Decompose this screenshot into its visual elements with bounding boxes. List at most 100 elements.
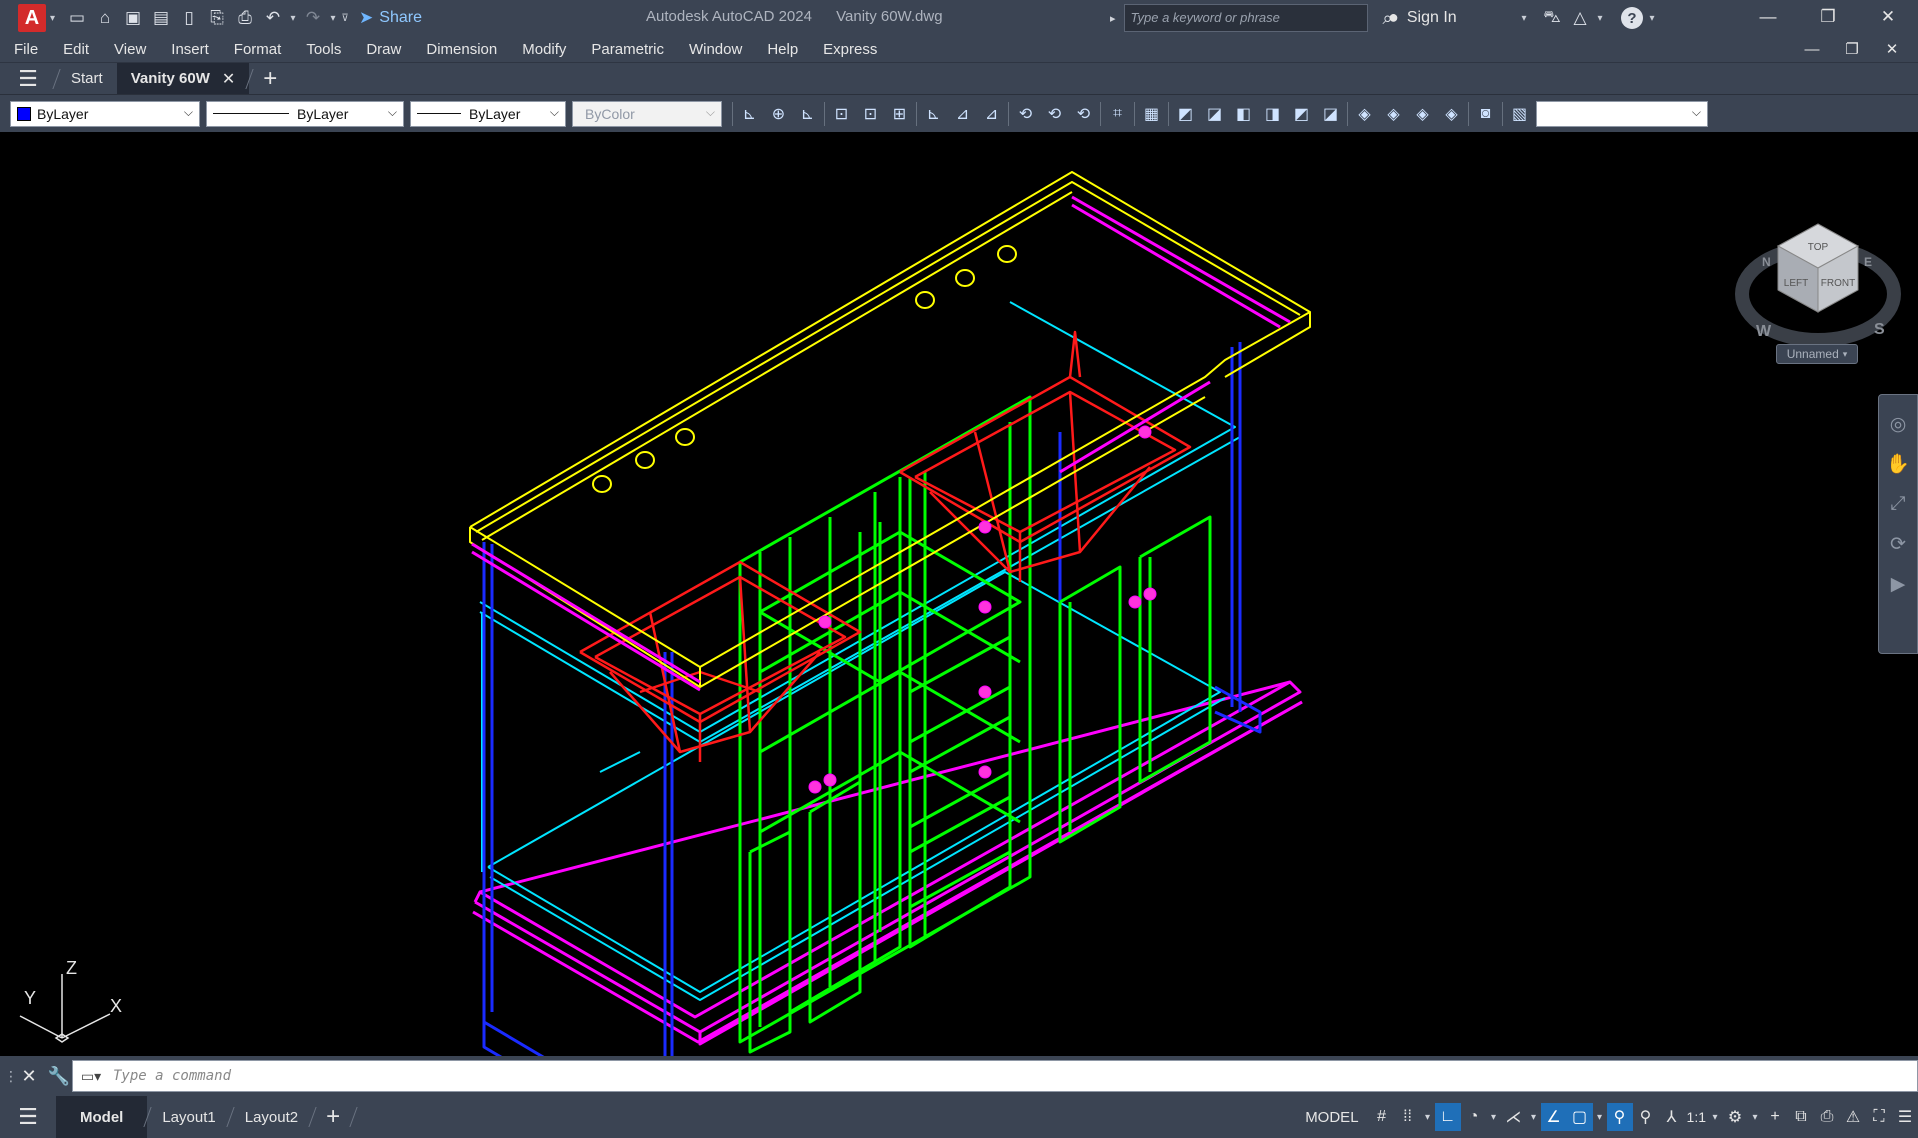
osnap-caret-icon[interactable]: ▾ (1593, 1112, 1607, 1123)
named-views-icon[interactable]: ▦ (1137, 100, 1166, 128)
share-button[interactable]: ➤ Share (359, 8, 422, 28)
open-folder-icon[interactable]: ⌂ (91, 4, 119, 32)
linetype-control-dropdown[interactable]: ByLayer ⌵ (206, 100, 404, 127)
save-as-icon[interactable]: ▤ (147, 4, 175, 32)
view-top-icon[interactable]: ◩ (1171, 100, 1200, 128)
ortho-mode-icon[interactable]: ∟ (1434, 1103, 1461, 1131)
undo-icon[interactable]: ↶ (259, 4, 287, 32)
menu-modify[interactable]: Modify (522, 41, 566, 58)
view-left-icon[interactable]: ◧ (1229, 100, 1258, 128)
view-right-icon[interactable]: ◨ (1258, 100, 1287, 128)
menu-parametric[interactable]: Parametric (591, 41, 664, 58)
lineweight-control-dropdown[interactable]: ByLayer ⌵ (410, 100, 566, 127)
tab-model[interactable]: Model (56, 1096, 148, 1138)
viewport-config-icon[interactable]: ▧ (1505, 100, 1534, 128)
annotation-scale-icon[interactable]: ⅄ (1659, 1103, 1685, 1131)
camera-icon[interactable]: ◙ (1471, 100, 1500, 128)
close-icon[interactable]: ✕ (1858, 0, 1918, 34)
view-back-icon[interactable]: ◪ (1316, 100, 1345, 128)
compass-s-label[interactable]: S (1874, 321, 1885, 338)
ucs-icon[interactable]: ⊾ (735, 100, 764, 128)
restore-icon[interactable]: ❐ (1798, 0, 1858, 34)
view-nw-iso-icon[interactable]: ◈ (1437, 100, 1466, 128)
autodesk-a360-icon[interactable]: △ (1566, 4, 1594, 32)
object-snap-icon[interactable]: ▢ (1566, 1103, 1593, 1131)
command-line-close-icon[interactable]: ✕ (14, 1066, 44, 1087)
ucs-world-icon[interactable]: ⊕ (764, 100, 793, 128)
tab-layout1[interactable]: Layout1 (148, 1096, 229, 1138)
ucs-origin-icon[interactable]: ⊾ (919, 100, 948, 128)
view-se-iso-icon[interactable]: ◈ (1379, 100, 1408, 128)
snap-mode-icon[interactable]: ⁞⁞ (1395, 1103, 1421, 1131)
customization-menu-icon[interactable]: ☰ (1892, 1103, 1918, 1131)
redo-icon[interactable]: ↷ (299, 4, 327, 32)
annotation-visibility-icon[interactable]: ⚲ (1606, 1103, 1633, 1131)
workspace-gear-icon[interactable]: ⚙ (1722, 1103, 1748, 1131)
command-input[interactable]: ▭▾ Type a command (72, 1060, 1918, 1092)
tab-start[interactable]: Start (57, 63, 117, 95)
menu-edit[interactable]: Edit (63, 41, 89, 58)
save-to-web-icon[interactable]: ⎘ (203, 4, 231, 32)
menu-dimension[interactable]: Dimension (426, 41, 497, 58)
sign-in-button[interactable]: ● Sign In (1388, 7, 1457, 28)
ucs-face-icon[interactable]: ⊡ (827, 100, 856, 128)
new-layout-plus-icon[interactable]: + (313, 1103, 353, 1131)
named-view-menu[interactable]: Unnamed ▾ (1776, 344, 1858, 364)
minimize-icon[interactable]: — (1738, 0, 1798, 34)
compass-e-label[interactable]: E (1864, 255, 1872, 269)
viewcube-top-label[interactable]: TOP (1808, 242, 1829, 253)
annotation-scale-value[interactable]: 1:1 (1687, 1109, 1706, 1125)
zoom-extents-icon[interactable]: ⤢ (1883, 487, 1913, 521)
view-sw-iso-icon[interactable]: ◈ (1350, 100, 1379, 128)
view-ne-iso-icon[interactable]: ◈ (1408, 100, 1437, 128)
pan-icon[interactable]: ✋ (1883, 447, 1913, 481)
ucs-z-icon[interactable]: ⟲ (1069, 100, 1098, 128)
sign-in-caret-icon[interactable]: ▾ (1518, 13, 1530, 24)
command-history-icon[interactable]: ▭▾ (73, 1068, 109, 1085)
scale-caret-icon[interactable]: ▾ (1708, 1112, 1722, 1123)
menu-draw[interactable]: Draw (366, 41, 401, 58)
isodraft-caret-icon[interactable]: ▾ (1527, 1112, 1541, 1123)
ucs-x-icon[interactable]: ⟲ (1011, 100, 1040, 128)
isodraft-icon[interactable]: ⋌ (1501, 1103, 1527, 1131)
compass-w-label[interactable]: W (1756, 323, 1772, 340)
polar-caret-icon[interactable]: ▾ (1487, 1112, 1501, 1123)
color-control-dropdown[interactable]: ByLayer ⌵ (10, 100, 200, 127)
open-from-web-icon[interactable]: ▯ (175, 4, 203, 32)
customize-qa-icon[interactable]: ⊽ (339, 13, 351, 24)
plot-icon[interactable]: ⎙ (231, 4, 259, 32)
menu-insert[interactable]: Insert (171, 41, 209, 58)
menu-express[interactable]: Express (823, 41, 877, 58)
ucs-previous-icon[interactable]: ⊾ (793, 100, 822, 128)
view-front-icon[interactable]: ◩ (1287, 100, 1316, 128)
new-file-icon[interactable]: ▭ (63, 4, 91, 32)
tab-close-icon[interactable]: ✕ (222, 69, 235, 89)
snap-caret-icon[interactable]: ▾ (1421, 1112, 1435, 1123)
undo-caret-icon[interactable]: ▾ (287, 13, 299, 24)
search-expand-icon[interactable]: ▸ (1110, 12, 1116, 25)
layout-tabs-menu-icon[interactable]: ☰ (0, 1096, 56, 1138)
ucs-zaxis-icon[interactable]: ⊿ (948, 100, 977, 128)
plotstyle-control-dropdown[interactable]: ByColor ⌵ (572, 100, 722, 127)
ucs-3point-icon[interactable]: ⊿ (977, 100, 1006, 128)
help-button[interactable]: ? (1618, 4, 1646, 32)
units-icon[interactable]: ⧉ (1788, 1103, 1814, 1131)
annotation-monitor-icon[interactable]: + (1762, 1103, 1788, 1131)
ucs-object-icon[interactable]: ⊡ (856, 100, 885, 128)
menu-view[interactable]: View (114, 41, 146, 58)
ucs-view-icon[interactable]: ⊞ (885, 100, 914, 128)
menu-window[interactable]: Window (689, 41, 742, 58)
autocad-logo-icon[interactable]: A (18, 4, 46, 32)
viewcube-left-label[interactable]: LEFT (1784, 278, 1808, 289)
hardware-acceleration-icon[interactable]: ⚠ (1840, 1103, 1866, 1131)
menu-file[interactable]: File (14, 41, 38, 58)
a360-caret-icon[interactable]: ▾ (1594, 13, 1606, 24)
apply-ucs-icon[interactable]: ⌗ (1103, 100, 1132, 128)
drawing-viewport[interactable]: TOP LEFT FRONT W S N E Unnamed ▾ ◎ ✋ ⤢ ⟳… (0, 132, 1918, 1056)
viewcube-front-label[interactable]: FRONT (1821, 278, 1855, 289)
file-tabs-menu-icon[interactable]: ☰ (0, 63, 56, 95)
model-space-button[interactable]: MODEL (1305, 1109, 1358, 1126)
new-tab-plus-icon[interactable]: + (250, 65, 290, 93)
showmotion-icon[interactable]: ▶ (1883, 567, 1913, 601)
plot-status-icon[interactable]: ⎙ (1814, 1103, 1840, 1131)
